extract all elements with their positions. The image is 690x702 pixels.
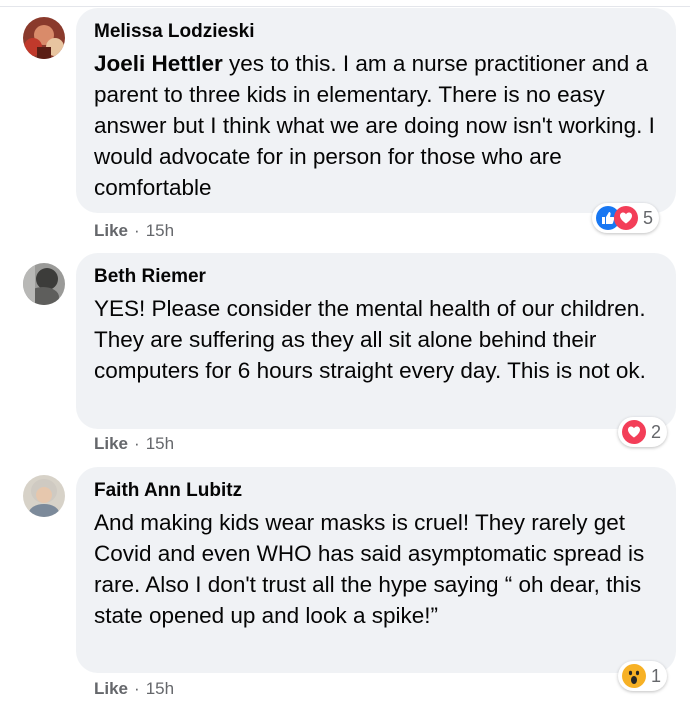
reaction-count: 2 [651, 421, 662, 442]
timestamp[interactable]: 15h [146, 434, 174, 453]
comment-text: And making kids wear masks is cruel! The… [94, 510, 645, 628]
like-button[interactable]: Like [94, 434, 128, 453]
wow-icon [622, 664, 646, 688]
comment-actions: Like · 15h [94, 434, 174, 454]
reaction-summary[interactable]: 2 [618, 417, 668, 447]
comment-text: YES! Please consider the mental health o… [94, 296, 646, 383]
comment-bubble: Melissa Lodzieski Joeli Hettler yes to t… [76, 8, 676, 213]
separator-dot: · [134, 679, 140, 698]
avatar[interactable] [23, 263, 65, 305]
timestamp[interactable]: 15h [146, 679, 174, 698]
reaction-count: 1 [651, 665, 662, 686]
top-divider [0, 6, 690, 7]
separator-dot: · [134, 221, 140, 240]
comment-bubble: Faith Ann Lubitz And making kids wear ma… [76, 467, 676, 673]
love-icon [614, 206, 638, 230]
like-button[interactable]: Like [94, 679, 128, 698]
comment-author[interactable]: Faith Ann Lubitz [94, 479, 658, 503]
separator-dot: · [134, 434, 140, 453]
comment-author[interactable]: Beth Riemer [94, 265, 658, 289]
avatar[interactable] [23, 475, 65, 517]
like-button[interactable]: Like [94, 221, 128, 240]
love-icon [622, 420, 646, 444]
reaction-count: 5 [643, 207, 654, 228]
mention-link[interactable]: Joeli Hettler [94, 51, 223, 76]
comment-actions: Like · 15h [94, 221, 174, 241]
timestamp[interactable]: 15h [146, 221, 174, 240]
avatar[interactable] [23, 17, 65, 59]
reaction-summary[interactable]: 1 [618, 661, 668, 691]
reaction-summary[interactable]: 5 [592, 203, 660, 233]
comment-text: Joeli Hettler yes to this. I am a nurse … [94, 48, 658, 203]
comment-bubble: Beth Riemer YES! Please consider the men… [76, 253, 676, 429]
comment-author[interactable]: Melissa Lodzieski [94, 20, 658, 44]
comment-actions: Like · 15h [94, 679, 174, 699]
